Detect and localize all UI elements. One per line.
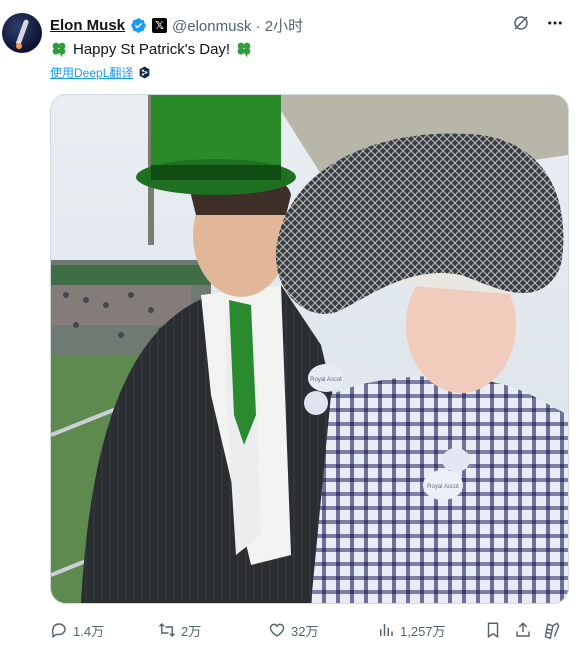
clover-icon (235, 40, 253, 58)
action-bar: 1.4万 2万 32万 1,257万 (50, 619, 570, 641)
share-button[interactable] (514, 619, 532, 641)
translate-label[interactable]: 使用DeepL翻译 (50, 64, 133, 81)
tweet-photo[interactable]: Royal Ascot Royal Ascot (50, 94, 569, 604)
badge-text-right: Royal Ascot (427, 484, 459, 490)
reply-count: 1.4万 (73, 623, 105, 639)
share-icon (514, 621, 532, 639)
reply-icon (50, 621, 68, 639)
more-icon[interactable] (546, 14, 564, 32)
like-count: 32万 (291, 623, 319, 639)
reply-button[interactable]: 1.4万 (50, 619, 104, 641)
tweet-header: Elon Musk 𝕏 @elonmusk · 2小时 (50, 14, 303, 36)
bookmark-button[interactable] (484, 619, 502, 641)
translate-link[interactable]: 使用DeepL翻译 (50, 64, 151, 81)
badge-text-left: Royal Ascot (310, 377, 342, 383)
like-button[interactable]: 32万 (268, 619, 318, 641)
grok-icon[interactable] (512, 14, 530, 32)
extension-button[interactable] (542, 619, 562, 641)
x-badge: 𝕏 (152, 17, 168, 33)
handle-and-time[interactable]: @elonmusk · 2小时 (172, 15, 303, 36)
avatar[interactable] (2, 13, 42, 53)
repost-button[interactable]: 2万 (158, 619, 201, 641)
author-name[interactable]: Elon Musk (50, 17, 125, 34)
extension-icon (542, 620, 562, 640)
bookmark-icon (484, 621, 502, 639)
like-icon (268, 621, 286, 639)
views-count: 1,257万 (400, 623, 446, 639)
tweet-body: Happy St Patrick's Day! (73, 40, 231, 58)
top-actions (512, 14, 564, 32)
views-button[interactable]: 1,257万 (377, 619, 446, 641)
verified-icon (130, 17, 147, 34)
repost-count: 2万 (181, 623, 202, 639)
views-icon (377, 621, 395, 639)
clover-icon (50, 40, 68, 58)
tweet-card: Elon Musk 𝕏 @elonmusk · 2小时 Happy St Pat… (0, 0, 578, 652)
tweet-text: Happy St Patrick's Day! (50, 40, 253, 58)
repost-icon (158, 621, 176, 639)
deepl-icon (138, 66, 151, 79)
